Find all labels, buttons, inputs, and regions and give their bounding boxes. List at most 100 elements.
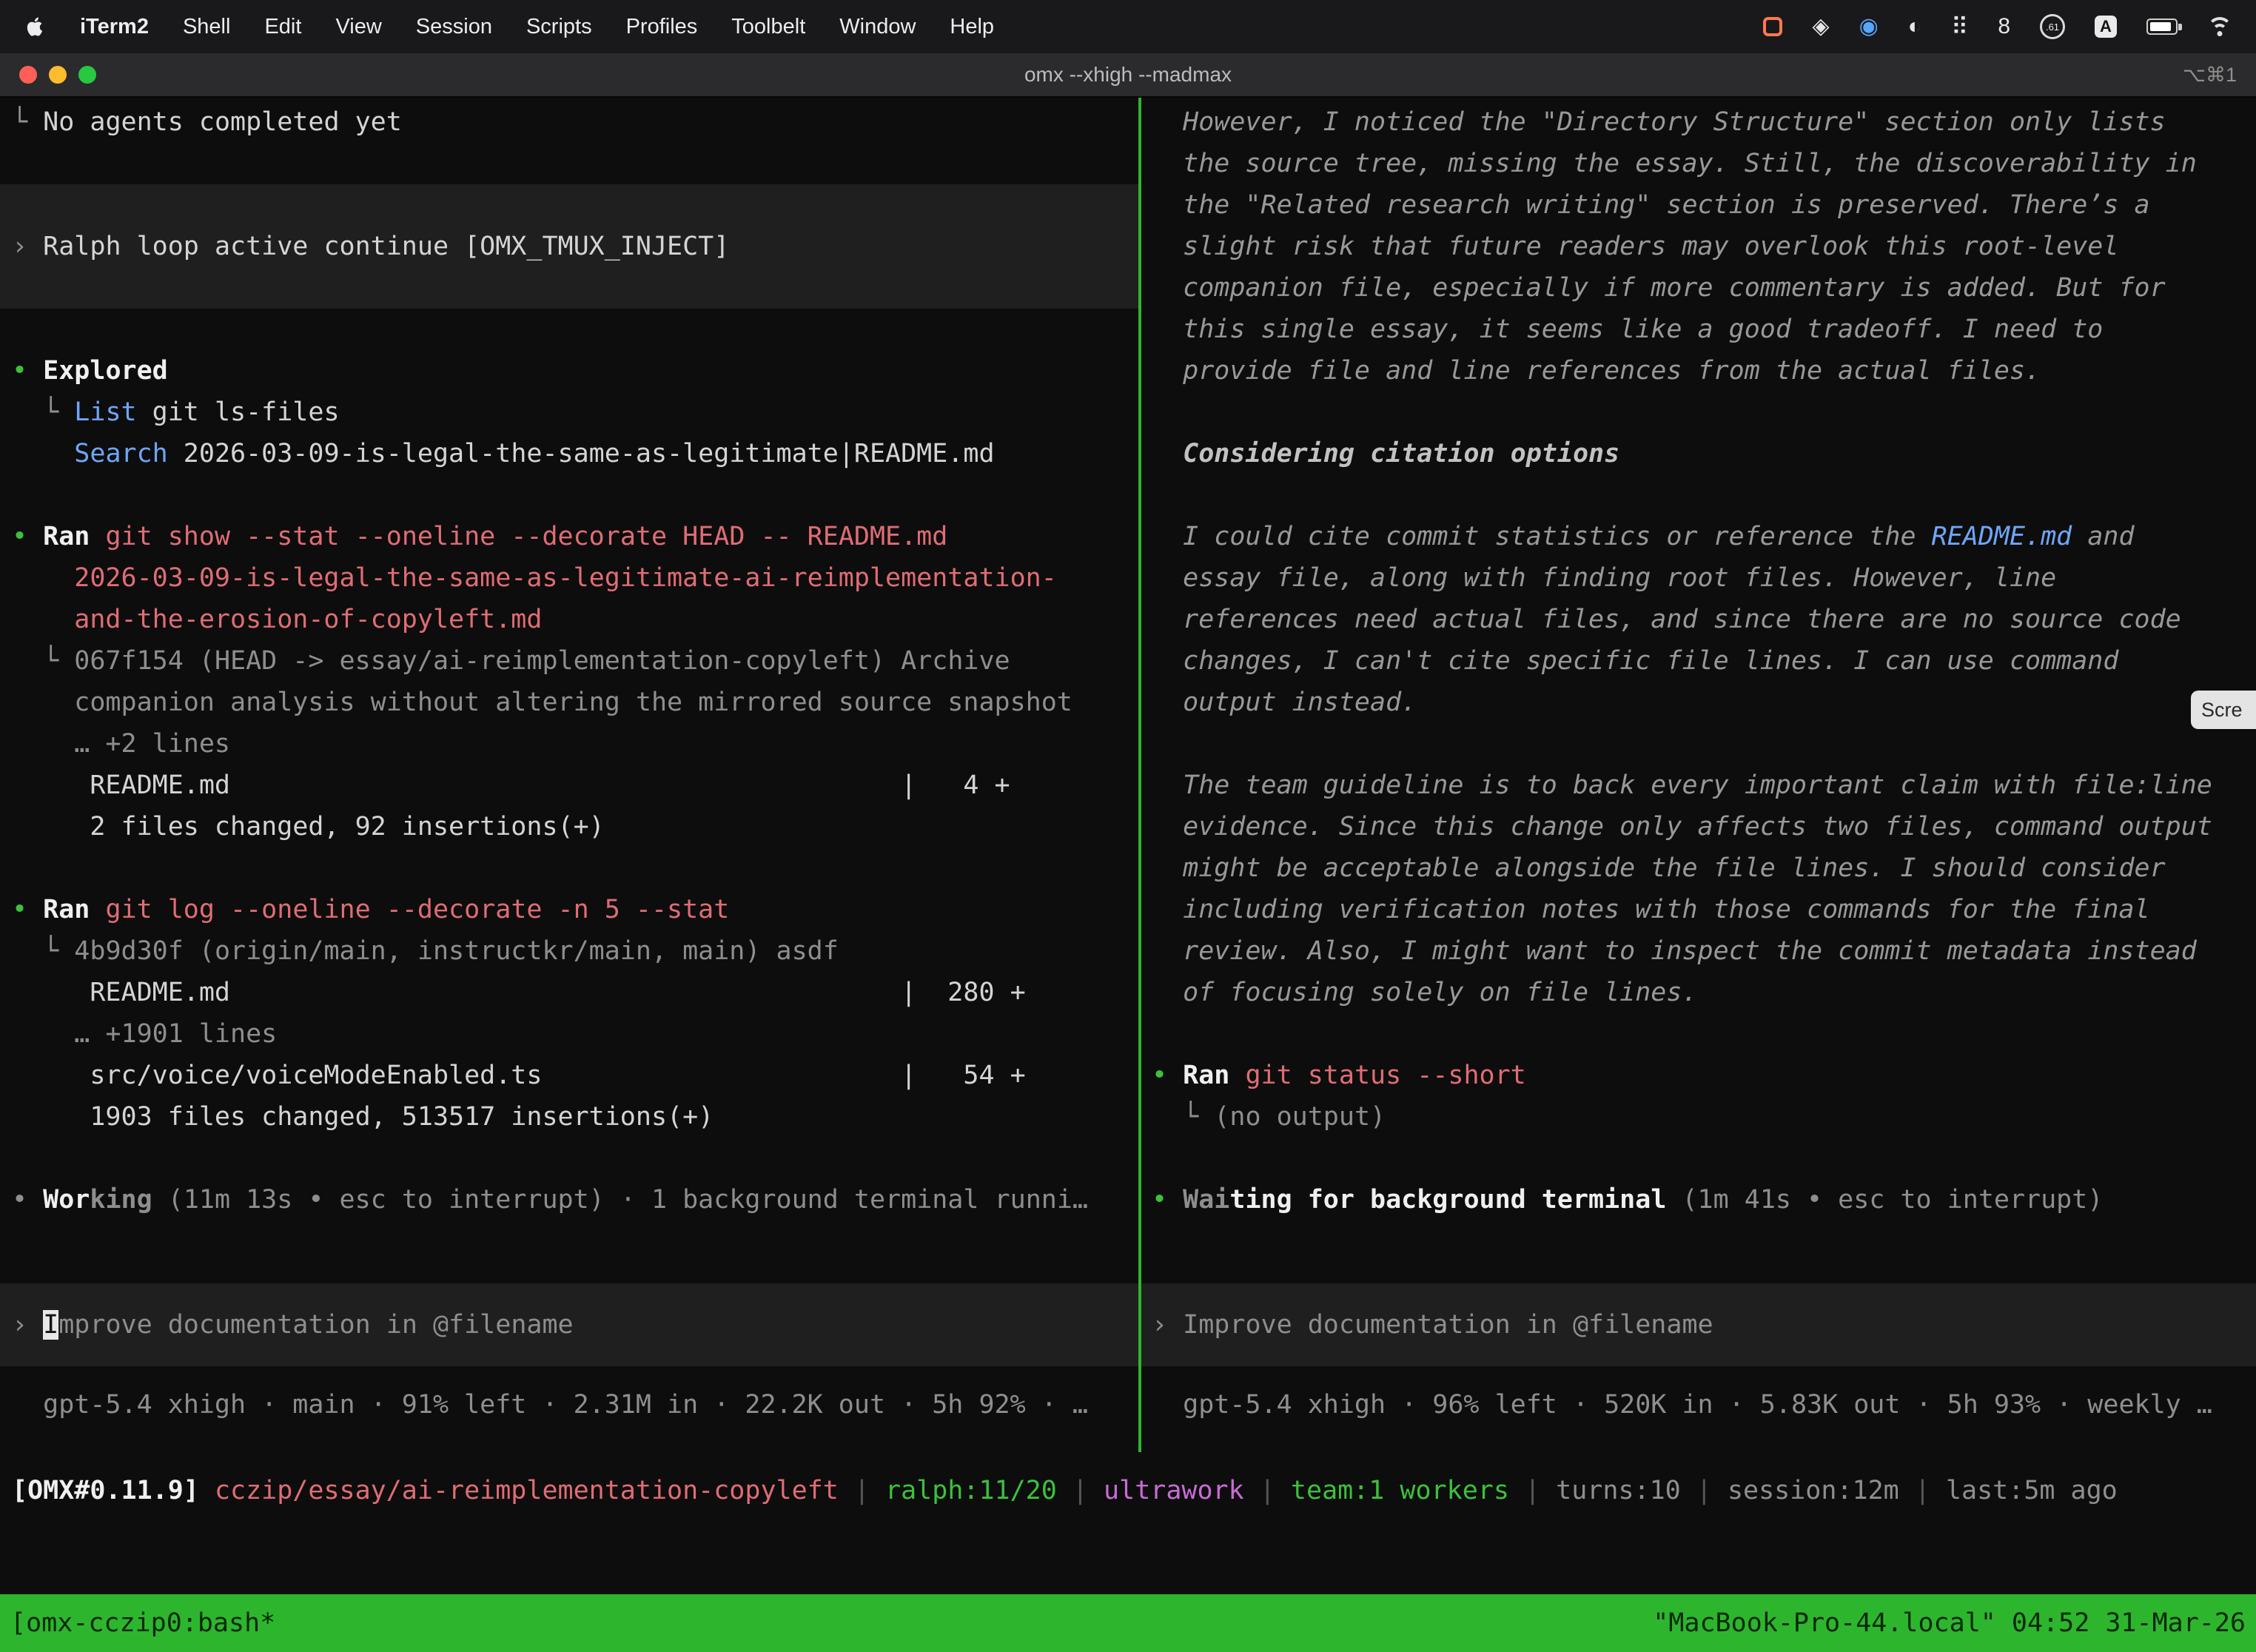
reasoning-line: references need actual files, and since … <box>1141 599 2256 640</box>
reasoning-line: the source tree, missing the essay. Stil… <box>1141 143 2256 184</box>
elided-lines: … +2 lines <box>0 723 1138 765</box>
prompt-input-right[interactable]: › Improve documentation in @filename <box>1141 1283 2256 1366</box>
blank <box>0 847 1138 889</box>
ralph-loop-banner: › Ralph loop active continue [OMX_TMUX_I… <box>0 184 1138 309</box>
reasoning-line: The team guideline is to back every impo… <box>1141 765 2256 806</box>
diffstat-line: README.md | 280 + <box>0 972 1138 1013</box>
prompt-text-right: › Improve documentation in @filename <box>1141 1304 1713 1346</box>
diffstat-summary: 2 files changed, 92 insertions(+) <box>0 806 1138 847</box>
grid-dots-icon[interactable]: ⠿ <box>1951 15 1968 38</box>
tmux-status-bar: [omx-cczip0:bash* "MacBook-Pro-44.local"… <box>0 1594 2256 1652</box>
terminal-panes: └ No agents completed yet › Ralph loop a… <box>0 98 2256 1452</box>
wifi-icon[interactable] <box>2207 17 2232 36</box>
input-source-icon[interactable]: A <box>2095 16 2117 38</box>
menubar-status-icons: ◈ ◉ ◐ ⠿ 8 .61 A <box>1763 14 2232 39</box>
commit-message: companion analysis without altering the … <box>0 682 1138 723</box>
battery-fill <box>2150 22 2171 31</box>
blank <box>1141 1013 2256 1055</box>
menu-item-help[interactable]: Help <box>950 15 994 39</box>
no-output-line: └ (no output) <box>1141 1096 2256 1138</box>
commit-line: └ 4b9d30f (origin/main, instructkr/main,… <box>0 930 1138 972</box>
terminal-pane-left[interactable]: └ No agents completed yet › Ralph loop a… <box>0 98 1138 1452</box>
menu-item-session[interactable]: Session <box>416 15 492 39</box>
reasoning-line: might be acceptable alongside the file l… <box>1141 847 2256 889</box>
reasoning-line: the "Related research writing" section i… <box>1141 184 2256 226</box>
screen-recording-indicator[interactable] <box>1763 17 1782 36</box>
blank <box>1141 1138 2256 1179</box>
reasoning-line: changes, I can't cite specific file line… <box>1141 640 2256 682</box>
apple-menu-icon[interactable] <box>24 14 46 39</box>
window-title: omx --xhigh --madmax <box>0 63 2256 87</box>
tmux-session-info: [omx-cczip0:bash* <box>10 1608 275 1638</box>
menu-item-toolbelt[interactable]: Toolbelt <box>731 15 805 39</box>
menu-item-edit[interactable]: Edit <box>264 15 301 39</box>
menu-item-view[interactable]: View <box>335 15 381 39</box>
screen: iTerm2 Shell Edit View Session Scripts Profil… <box>0 0 2256 1652</box>
diffstat-line: README.md | 4 + <box>0 765 1138 806</box>
blank <box>0 474 1138 516</box>
working-status: • Working (11m 13s • esc to interrupt) ·… <box>0 1179 1138 1220</box>
reasoning-line: of focusing solely on file lines. <box>1141 972 2256 1013</box>
blank <box>0 1138 1138 1179</box>
ran-git-log: • Ran git log --oneline --decorate -n 5 … <box>0 889 1138 930</box>
command-wrap: and-the-erosion-of-copyleft.md <box>0 599 1138 640</box>
reasoning-line: provide file and line references from th… <box>1141 350 2256 392</box>
agent-transcript-right: However, I noticed the "Directory Struct… <box>1141 101 2256 1220</box>
menu-bar: iTerm2 Shell Edit View Session Scripts Profil… <box>0 0 2256 53</box>
window-title-bar[interactable]: omx --xhigh --madmax ⌥⌘1 <box>0 53 2256 98</box>
moon-icon[interactable]: ◐ <box>1908 16 1921 38</box>
screen-popup-label: Scre <box>2201 699 2243 722</box>
terminal-pane-right[interactable]: However, I noticed the "Directory Struct… <box>1141 98 2256 1452</box>
reasoning-line: I could cite commit statistics or refere… <box>1141 516 2256 557</box>
reasoning-line: this single essay, it seems like a good … <box>1141 309 2256 350</box>
menu-item-window[interactable]: Window <box>839 15 916 39</box>
elided-lines: … +1901 lines <box>0 1013 1138 1055</box>
ralph-loop-banner-lines: › Ralph loop active continue [OMX_TMUX_I… <box>0 226 729 267</box>
reasoning-line: review. Also, I might want to inspect th… <box>1141 930 2256 972</box>
ran-git-status: • Ran git status --short <box>1141 1055 2256 1096</box>
reasoning-line: However, I noticed the "Directory Struct… <box>1141 101 2256 143</box>
blank <box>1141 723 2256 765</box>
explored-header: • Explored <box>0 350 1138 392</box>
explored-list: └ List git ls-files <box>0 392 1138 433</box>
agents-section: └ No agents completed yet <box>0 101 1138 143</box>
keyboard-8-icon[interactable]: 8 <box>1998 16 2010 38</box>
tmux-host-clock: "MacBook-Pro-44.local" 04:52 31-Mar-26 <box>1653 1608 2246 1638</box>
menu-item-scripts[interactable]: Scripts <box>526 15 592 39</box>
droplet-icon[interactable]: ◉ <box>1859 16 1879 38</box>
agents-status-line: └ No agents completed yet <box>0 101 1138 143</box>
reasoning-line: essay file, along with finding root file… <box>1141 557 2256 599</box>
battery-icon[interactable] <box>2146 19 2178 35</box>
agent-transcript-left: • Explored └ List git ls-files Search 20… <box>0 350 1138 1220</box>
pinwheel-icon[interactable]: ◈ <box>1812 16 1829 38</box>
reasoning-line: companion file, especially if more comme… <box>1141 267 2256 309</box>
reasoning-line: evidence. Since this change only affects… <box>1141 806 2256 847</box>
prompt-input-left[interactable]: › Improve documentation in @filename <box>0 1283 1138 1366</box>
reasoning-line: output instead. <box>1141 682 2256 723</box>
omx-status-bar: [OMX#0.11.9] cczip/essay/ai-reimplementa… <box>0 1470 2256 1511</box>
diffstat-summary: 1903 files changed, 513517 insertions(+) <box>0 1096 1138 1138</box>
reasoning-line: including verification notes with those … <box>1141 889 2256 930</box>
session-status-left: gpt-5.4 xhigh · main · 91% left · 2.31M … <box>0 1384 1138 1426</box>
explored-search: Search 2026-03-09-is-legal-the-same-as-l… <box>0 433 1138 474</box>
menu-item-profiles[interactable]: Profiles <box>626 15 698 39</box>
ralph-loop-inject-line: › Ralph loop active continue [OMX_TMUX_I… <box>0 226 729 267</box>
terminal: └ No agents completed yet › Ralph loop a… <box>0 98 2256 1652</box>
command-wrap: 2026-03-09-is-legal-the-same-as-legitima… <box>0 557 1138 599</box>
battery-percent-icon[interactable]: .61 <box>2040 14 2065 39</box>
window-shortcut: ⌥⌘1 <box>2183 64 2256 87</box>
screen-popup[interactable]: Scre <box>2191 691 2256 729</box>
menu-item-shell[interactable]: Shell <box>183 15 231 39</box>
app-menu-iterm2[interactable]: iTerm2 <box>80 15 149 39</box>
waiting-status: • Waiting for background terminal (1m 41… <box>1141 1179 2256 1220</box>
menu-items: Shell Edit View Session Scripts Profiles Toolb… <box>183 15 994 39</box>
ran-git-show: • Ran git show --stat --oneline --decora… <box>0 516 1138 557</box>
blank <box>1141 392 2256 433</box>
blank <box>1141 474 2256 516</box>
session-status-right: gpt-5.4 xhigh · 96% left · 520K in · 5.8… <box>1141 1384 2256 1426</box>
reasoning-heading: Considering citation options <box>1141 433 2256 474</box>
prompt-text-left: › Improve documentation in @filename <box>0 1304 574 1346</box>
reasoning-line: slight risk that future readers may over… <box>1141 226 2256 267</box>
diffstat-line: src/voice/voiceModeEnabled.ts | 54 + <box>0 1055 1138 1096</box>
commit-message: └ 067f154 (HEAD -> essay/ai-reimplementa… <box>0 640 1138 682</box>
